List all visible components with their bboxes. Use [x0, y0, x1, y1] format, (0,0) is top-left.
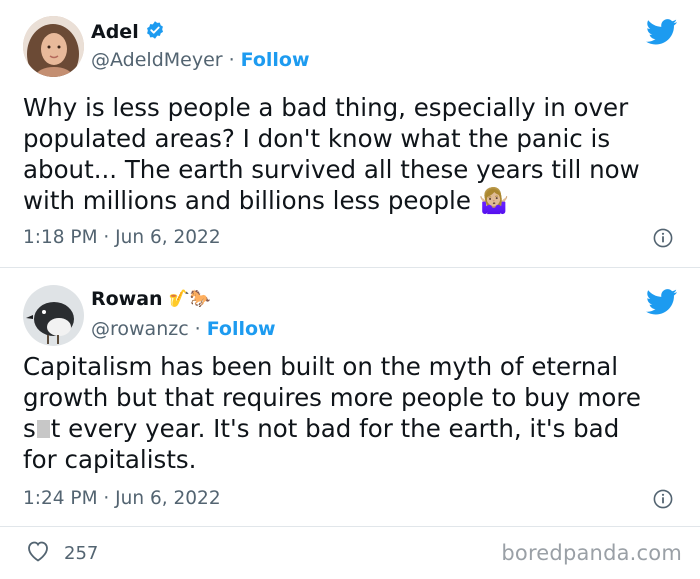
tweet-text-line: about... The earth survived all these ye…	[23, 155, 640, 184]
censor-block	[36, 420, 50, 438]
verified-badge-icon	[145, 20, 165, 44]
timestamp[interactable]: 1:18 PM · Jun 6, 2022	[23, 227, 221, 248]
author-handle[interactable]: @AdeldMeyer	[91, 49, 223, 71]
separator-dot: ·	[194, 318, 201, 340]
tweet-text-line: s t every year. It's not bad for the eart…	[23, 413, 683, 444]
tweet-text-segment: s	[23, 414, 36, 443]
heart-icon[interactable]	[26, 540, 50, 567]
like-count: 257	[64, 543, 99, 564]
tweet-text-line: growth but that requires more people to …	[23, 383, 642, 412]
author-name[interactable]: Rowan	[91, 288, 163, 310]
post-footer: 257 boredpanda.com	[0, 526, 700, 579]
author-name-row: Rowan 🎷🐎	[91, 288, 211, 310]
tweet-text-line: for capitalists.	[23, 445, 197, 474]
timestamp[interactable]: 1:24 PM · Jun 6, 2022	[23, 488, 221, 509]
tweet-text: Capitalism has been built on the myth of…	[23, 351, 683, 475]
info-icon[interactable]	[653, 228, 673, 248]
follow-button[interactable]: Follow	[207, 318, 276, 340]
tweet-text-line: Why is less people a bad thing, especial…	[23, 93, 629, 122]
tweet-card: Rowan 🎷🐎 @rowanzc · Follow Capitalism ha…	[0, 268, 700, 526]
avatar[interactable]	[23, 16, 84, 77]
handle-row: @AdeldMeyer · Follow	[91, 49, 310, 71]
twitter-bird-icon[interactable]	[646, 19, 678, 49]
brand-watermark: boredpanda.com	[501, 541, 682, 565]
author-name-row: Adel	[91, 20, 165, 44]
name-emojis: 🎷🐎	[168, 289, 211, 309]
author-name[interactable]: Adel	[91, 21, 139, 43]
tweet-text-line: populated areas? I don't know what the p…	[23, 124, 611, 153]
tweet-text-segment: with millions and billions less people	[23, 186, 471, 215]
avatar[interactable]	[23, 285, 84, 346]
tweet-text-line: with millions and billions less people 🤷…	[23, 185, 683, 216]
shrug-emoji: 🤷🏼‍♀️	[478, 186, 510, 215]
tweet-card: Adel @AdeldMeyer · Follow Why is less pe…	[0, 0, 700, 267]
tweet-text: Why is less people a bad thing, especial…	[23, 92, 683, 216]
tweet-text-segment: t every year. It's not bad for the earth…	[50, 414, 620, 443]
tweet-text-line: Capitalism has been built on the myth of…	[23, 352, 619, 381]
twitter-bird-icon[interactable]	[646, 289, 678, 319]
author-handle[interactable]: @rowanzc	[91, 318, 189, 340]
separator-dot: ·	[228, 49, 235, 71]
like-group[interactable]: 257	[26, 540, 98, 567]
info-icon[interactable]	[653, 489, 673, 509]
handle-row: @rowanzc · Follow	[91, 318, 276, 340]
follow-button[interactable]: Follow	[241, 49, 310, 71]
